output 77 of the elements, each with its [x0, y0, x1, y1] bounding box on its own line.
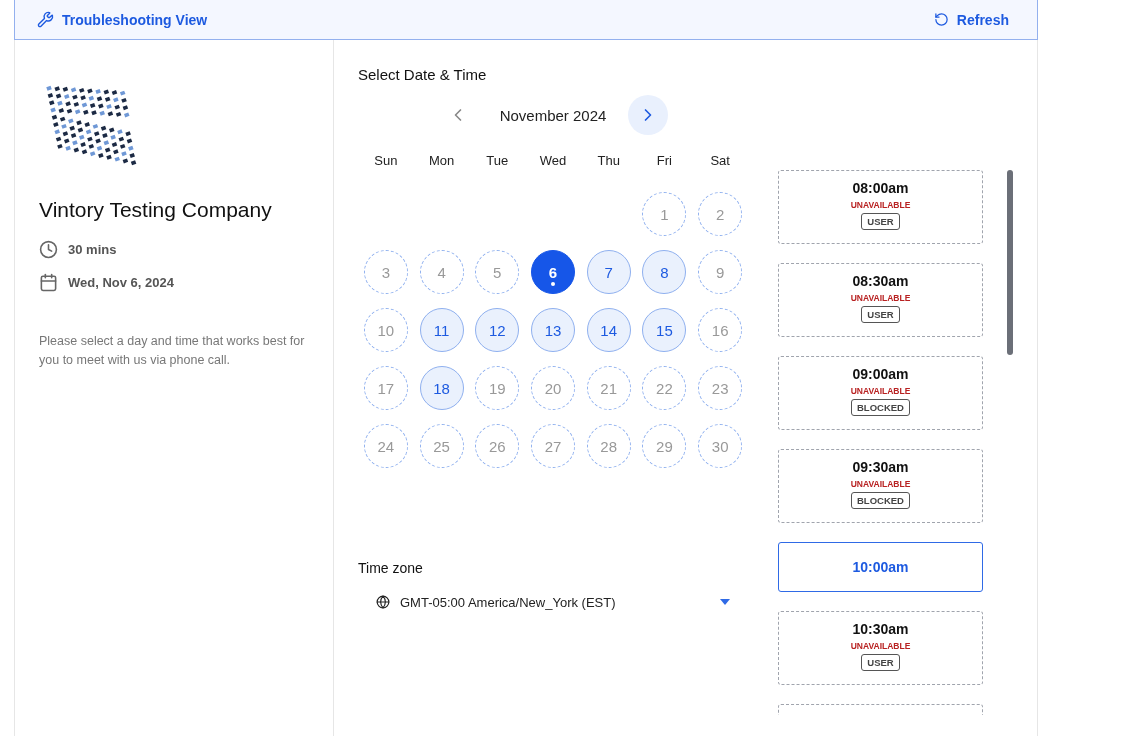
calendar-day[interactable]: 17: [363, 366, 408, 410]
calendar-day[interactable]: 22: [642, 366, 687, 410]
slot-time: 09:00am: [852, 366, 909, 382]
calendar-day[interactable]: 6: [531, 250, 575, 294]
calendar-day[interactable]: 8: [642, 250, 687, 294]
timezone-label: Time zone: [358, 560, 424, 576]
slot-time: 10:30am: [852, 621, 909, 637]
time-slot[interactable]: 09:00am UNAVAILABLE BLOCKED: [778, 356, 983, 430]
selected-dot: [551, 282, 555, 286]
wrench-icon: [37, 11, 54, 28]
slot-status: UNAVAILABLE: [850, 479, 911, 489]
scrollbar[interactable]: [1007, 170, 1013, 355]
section-heading: Select Date & Time: [358, 66, 488, 83]
calendar-day[interactable]: 21: [586, 366, 631, 410]
calendar-day[interactable]: 13: [531, 308, 575, 352]
weekday-label: Tue: [486, 153, 509, 168]
slot-status: UNAVAILABLE: [850, 293, 911, 303]
troubleshooting-view-button[interactable]: Troubleshooting View: [37, 11, 208, 28]
calendar-day[interactable]: 28: [586, 424, 631, 468]
weekday-label: Wed: [539, 153, 567, 168]
reason-tag: USER: [861, 654, 900, 671]
slot-time: 09:30am: [852, 459, 909, 475]
reason-tag: BLOCKED: [851, 399, 910, 416]
reason-tag: BLOCKED: [851, 492, 910, 509]
calendar-day[interactable]: 30: [698, 424, 743, 468]
calendar-day[interactable]: 16: [698, 308, 743, 352]
description-text: Please select a day and time that works best for you to meet with us via phone call.: [39, 333, 306, 369]
calendar-day[interactable]: 10: [363, 308, 408, 352]
next-month-button[interactable]: [628, 95, 669, 135]
slot-status: UNAVAILABLE: [850, 386, 911, 396]
calendar-day[interactable]: 29: [642, 424, 687, 468]
weekday-label: Sat: [710, 153, 730, 168]
calendar-day[interactable]: 25: [419, 424, 464, 468]
calendar-day[interactable]: 9: [698, 250, 743, 294]
refresh-icon: [933, 12, 949, 27]
timezone-select[interactable]: GMT-05:00 America/New_York (EST): [358, 584, 748, 620]
calendar-day[interactable]: 11: [419, 308, 464, 352]
duration-text: 30 mins: [68, 242, 117, 257]
calendar-day[interactable]: 27: [531, 424, 575, 468]
calendar-day[interactable]: 15: [642, 308, 687, 352]
calendar-day[interactable]: 24: [363, 424, 408, 468]
calendar-day[interactable]: 7: [586, 250, 631, 294]
refresh-button[interactable]: Refresh: [933, 11, 1009, 28]
calendar-day[interactable]: 2: [698, 192, 743, 236]
calendar-day[interactable]: 12: [475, 308, 520, 352]
calendar-day[interactable]: 19: [475, 366, 520, 410]
calendar-day[interactable]: 14: [586, 308, 631, 352]
time-slot[interactable]: 08:30am UNAVAILABLE USER: [778, 263, 983, 337]
calendar-day[interactable]: 23: [698, 366, 743, 410]
calendar-day[interactable]: 3: [363, 250, 408, 294]
calendar-day[interactable]: 26: [475, 424, 520, 468]
calendar-day[interactable]: 1: [642, 192, 687, 236]
calendar-icon: [39, 273, 58, 292]
calendar-day[interactable]: 20: [531, 366, 575, 410]
date-text: Wed, Nov 6, 2024: [68, 275, 174, 290]
time-slot[interactable]: 10:30am UNAVAILABLE USER: [778, 611, 983, 685]
weekday-label: Mon: [428, 153, 455, 168]
weekday-label: Sun: [374, 153, 398, 168]
slot-status: UNAVAILABLE: [850, 641, 911, 651]
slot-status: UNAVAILABLE: [850, 200, 911, 210]
time-slot[interactable]: 08:00am UNAVAILABLE USER: [778, 170, 983, 244]
calendar-day[interactable]: 5: [475, 250, 520, 294]
slot-time: 08:00am: [852, 180, 909, 196]
weekday-label: Thu: [597, 153, 620, 168]
calendar-day[interactable]: 18: [419, 366, 464, 410]
globe-icon: [376, 595, 390, 609]
company-name: Vintory Testing Company: [39, 198, 273, 222]
caret-icon: [720, 599, 730, 605]
month-label: November 2024: [499, 106, 607, 124]
calendar-day[interactable]: 4: [419, 250, 464, 294]
time-slot[interactable]: 09:30am UNAVAILABLE BLOCKED: [778, 449, 983, 523]
clock-icon: [39, 240, 58, 259]
reason-tag: USER: [861, 306, 900, 323]
weekday-label: Fri: [656, 153, 672, 168]
reason-tag: USER: [861, 213, 900, 230]
time-slot[interactable]: 10:00am: [778, 542, 983, 592]
slot-time: 08:30am: [852, 273, 909, 289]
